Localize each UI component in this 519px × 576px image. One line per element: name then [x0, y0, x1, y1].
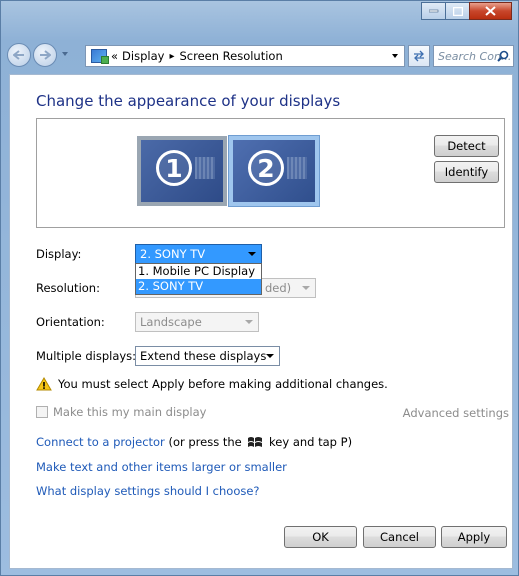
connect-projector-link[interactable]: Connect to a projector: [36, 435, 165, 449]
display-select-value: 2. SONY TV: [140, 247, 206, 261]
control-panel-icon: [91, 49, 109, 64]
monitor-1-window-icon: [195, 157, 215, 179]
caption-buttons: [421, 2, 512, 20]
detect-button[interactable]: Detect: [434, 135, 499, 157]
multiple-displays-arrow-icon: [266, 354, 274, 358]
breadcrumb-display[interactable]: Display: [122, 49, 164, 63]
minimize-button[interactable]: [421, 2, 446, 20]
maximize-icon: [452, 6, 463, 16]
windows-key-icon: [248, 437, 263, 447]
monitor-1-number: 1: [156, 150, 192, 186]
identify-button[interactable]: Identify: [434, 161, 499, 183]
multiple-displays-select[interactable]: Extend these displays: [135, 346, 280, 366]
checkbox-box[interactable]: [36, 406, 48, 418]
multiple-displays-label: Multiple displays:: [36, 349, 137, 363]
monitor-2-window-icon: [287, 157, 307, 179]
warning-icon: [36, 377, 52, 391]
projector-line: Connect to a projector (or press the key…: [36, 435, 352, 449]
multiple-displays-value: Extend these displays: [140, 349, 267, 363]
orientation-label: Orientation:: [36, 315, 105, 329]
refresh-button[interactable]: [408, 45, 430, 67]
resolution-label: Resolution:: [36, 281, 100, 295]
display-settings-help-link[interactable]: What display settings should I choose?: [36, 484, 260, 498]
orientation-select-arrow-icon: [245, 320, 253, 324]
cancel-label: Cancel: [380, 530, 419, 544]
projector-hint-text: (or press the: [168, 435, 242, 449]
back-button[interactable]: [7, 43, 31, 67]
close-icon: [485, 6, 496, 16]
orientation-select-value: Landscape: [140, 315, 202, 329]
cancel-button[interactable]: Cancel: [363, 526, 436, 548]
search-input[interactable]: Search Con...: [433, 45, 514, 67]
ok-button[interactable]: OK: [284, 526, 357, 548]
display-select-arrow-icon: [248, 252, 256, 256]
apply-label: Apply: [457, 530, 491, 544]
navigation-bar: « Display ▸ Screen Resolution Search Con…: [7, 41, 514, 69]
page-title: Change the appearance of your displays: [36, 92, 341, 110]
minimize-icon: [428, 9, 438, 13]
apply-warning: You must select Apply before making addi…: [36, 377, 388, 391]
display-option-sony-tv[interactable]: 2. SONY TV: [136, 279, 261, 294]
search-icon[interactable]: [497, 50, 509, 62]
identify-label: Identify: [444, 165, 489, 179]
warning-text: You must select Apply before making addi…: [58, 377, 388, 391]
main-display-label: Make this my main display: [53, 405, 207, 419]
main-display-checkbox[interactable]: Make this my main display: [36, 405, 206, 419]
forward-arrow-icon: [40, 50, 51, 60]
detect-label: Detect: [447, 139, 486, 153]
resolution-select-value: ded): [265, 281, 292, 295]
orientation-select[interactable]: Landscape: [135, 312, 259, 332]
ok-label: OK: [312, 530, 329, 544]
address-bar[interactable]: « Display ▸ Screen Resolution: [85, 45, 405, 67]
text-size-link[interactable]: Make text and other items larger or smal…: [36, 460, 287, 474]
display-preview: 1 2 Detect Identify: [36, 118, 505, 228]
maximize-button[interactable]: [445, 2, 470, 20]
window-frame: « Display ▸ Screen Resolution Search Con…: [0, 0, 519, 576]
breadcrumb-separator-icon[interactable]: ▸: [169, 51, 174, 62]
monitor-2[interactable]: 2: [229, 136, 319, 206]
display-label: Display:: [36, 247, 82, 261]
monitor-2-number: 2: [248, 150, 284, 186]
apply-button[interactable]: Apply: [441, 526, 507, 548]
breadcrumb-screen-resolution[interactable]: Screen Resolution: [179, 49, 282, 63]
display-select[interactable]: 2. SONY TV: [135, 244, 262, 264]
close-button[interactable]: [469, 2, 512, 20]
forward-button[interactable]: [33, 43, 57, 67]
recent-pages-chevron-icon[interactable]: [62, 52, 68, 56]
monitor-1[interactable]: 1: [137, 136, 227, 206]
advanced-settings-link[interactable]: Advanced settings: [403, 406, 509, 420]
back-arrow-icon: [13, 50, 24, 60]
projector-hint-tail: key and tap P): [269, 435, 353, 449]
display-option-mobile-pc[interactable]: 1. Mobile PC Display: [136, 264, 261, 279]
address-dropdown-icon[interactable]: [392, 54, 398, 58]
resolution-select-arrow-icon: [302, 286, 310, 290]
refresh-icon: [414, 50, 424, 62]
display-dropdown-list: 1. Mobile PC Display 2. SONY TV: [135, 263, 262, 295]
breadcrumb-overflow[interactable]: «: [111, 49, 118, 63]
content-pane: Change the appearance of your displays 1…: [9, 74, 513, 569]
